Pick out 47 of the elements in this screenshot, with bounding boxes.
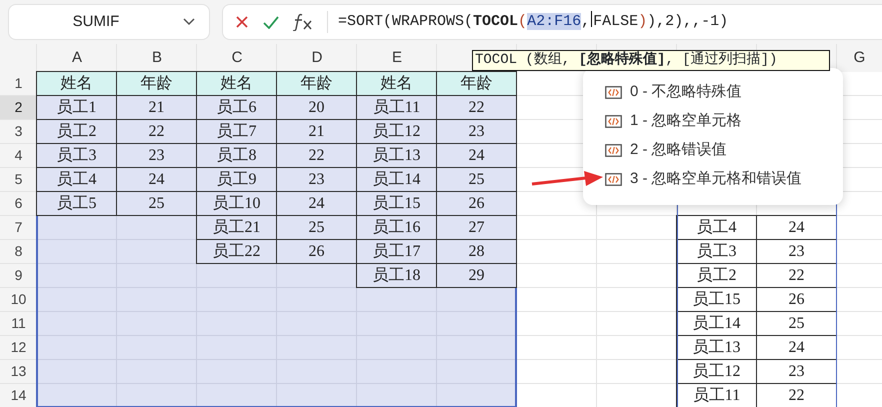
row-header[interactable]: 3 — [0, 120, 37, 144]
dropdown-caret-icon[interactable] — [183, 18, 195, 26]
column-header[interactable]: G — [837, 44, 882, 72]
row-header[interactable]: 1 — [0, 72, 37, 96]
table-cell: 员工18 — [356, 263, 437, 288]
menu-item[interactable]: 1 - 忽略空单元格 — [605, 107, 742, 136]
column-title: 年龄 — [116, 71, 197, 96]
row-header[interactable]: 2 — [0, 96, 37, 120]
column-header[interactable]: B — [117, 44, 197, 72]
column-header[interactable]: A — [37, 44, 117, 72]
function-icon[interactable] — [293, 13, 313, 31]
row-header[interactable]: 9 — [0, 264, 37, 288]
row-header[interactable]: 5 — [0, 168, 37, 192]
row-header[interactable]: 8 — [0, 240, 37, 264]
row-header[interactable]: 7 — [0, 216, 37, 240]
confirm-icon[interactable] — [263, 16, 279, 28]
row-header[interactable]: 14 — [0, 384, 37, 407]
menu-item[interactable]: 3 - 忽略空单元格和错误值 — [605, 165, 802, 194]
column-header[interactable]: C — [197, 44, 277, 72]
table-cell: 员工22 — [196, 239, 277, 264]
code-icon — [605, 173, 622, 186]
function-tooltip: TOCOL (数组, [忽略特殊值], [通过列扫描]) — [472, 50, 830, 71]
column-title: 年龄 — [276, 71, 357, 96]
code-icon — [605, 115, 622, 128]
row-header[interactable]: 4 — [0, 144, 37, 168]
table-cell: 22 — [436, 95, 517, 120]
code-icon — [605, 144, 622, 157]
column-title: 年龄 — [436, 71, 517, 96]
row-header[interactable]: 13 — [0, 360, 37, 384]
column-header[interactable]: E — [357, 44, 437, 72]
column-title: 姓名 — [36, 71, 117, 96]
table-cell: 29 — [436, 263, 517, 288]
cancel-icon[interactable] — [235, 15, 249, 29]
table-cell: 员工5 — [36, 191, 117, 216]
row-header[interactable]: 10 — [0, 288, 37, 312]
row-header[interactable]: 11 — [0, 312, 37, 336]
menu-item[interactable]: 0 - 不忽略特殊值 — [605, 78, 742, 107]
table-cell: 员工4 — [676, 215, 757, 240]
row-header[interactable]: 6 — [0, 192, 37, 216]
column-title: 姓名 — [196, 71, 277, 96]
row-header[interactable]: 12 — [0, 336, 37, 360]
table-cell: 员工1 — [36, 95, 117, 120]
name-box[interactable]: SUMIF — [8, 4, 210, 40]
menu-item[interactable]: 2 - 忽略错误值 — [605, 136, 727, 165]
column-header[interactable]: D — [277, 44, 357, 72]
code-icon — [605, 86, 622, 99]
column-title: 姓名 — [356, 71, 437, 96]
